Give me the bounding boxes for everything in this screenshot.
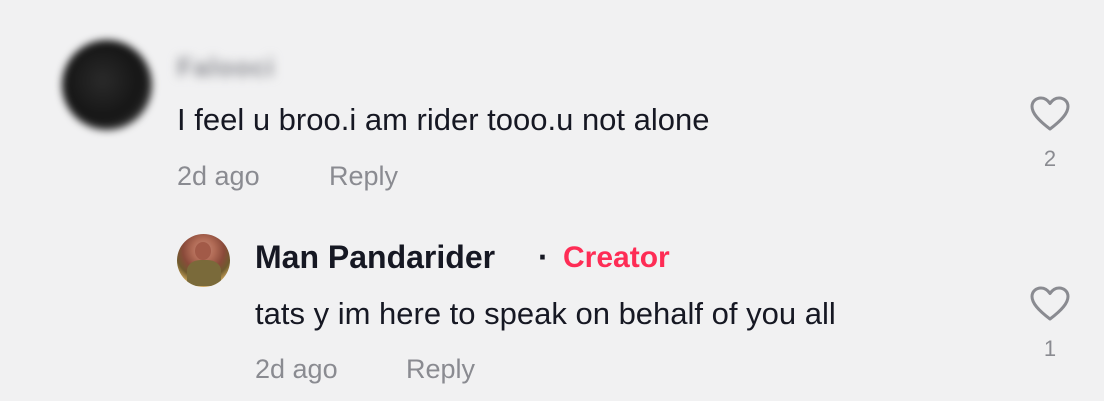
heart-outline-icon[interactable] — [1030, 286, 1070, 322]
like-count: 1 — [1043, 336, 1057, 361]
reply-button[interactable]: Reply — [406, 354, 475, 385]
comment-username[interactable]: Falooci — [177, 52, 275, 83]
comment-text: I feel u broo.i am rider tooo.u not alon… — [177, 102, 710, 137]
heart-outline-icon[interactable] — [1030, 96, 1070, 132]
like-count: 2 — [1043, 146, 1057, 171]
avatar-body — [187, 260, 221, 286]
comment-item: Falooci I feel u broo.i am rider tooo.u … — [0, 0, 1104, 210]
comment-timestamp: 2d ago — [255, 354, 338, 384]
reply-item: Man Pandarider · Creator tats y im here … — [0, 210, 1104, 401]
like-button[interactable]: 1 — [1028, 286, 1072, 362]
avatar[interactable] — [62, 40, 152, 130]
reply-button[interactable]: Reply — [329, 161, 398, 192]
avatar[interactable] — [177, 234, 230, 287]
like-button[interactable]: 2 — [1028, 96, 1072, 172]
avatar-face — [195, 242, 211, 260]
comment-timestamp: 2d ago — [177, 161, 260, 191]
creator-badge: Creator — [563, 241, 670, 274]
comment-username[interactable]: Man Pandarider — [255, 239, 495, 276]
separator-dot: · — [538, 239, 549, 275]
comment-text: tats y im here to speak on behalf of you… — [255, 296, 836, 331]
